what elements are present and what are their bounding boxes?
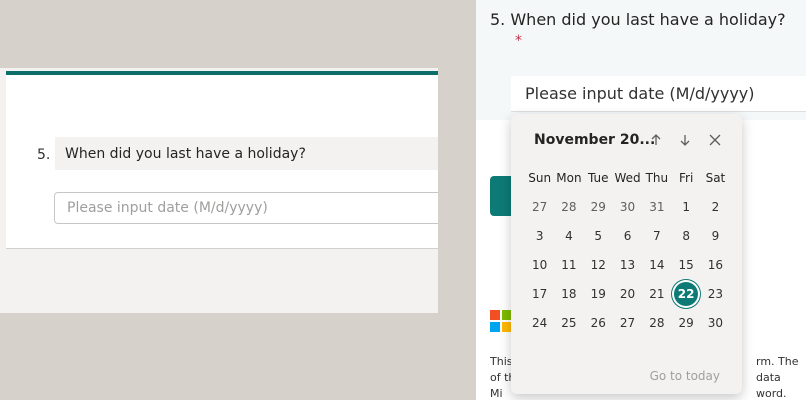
calendar-day[interactable]: 25	[554, 309, 583, 338]
calendar-day-number: 11	[561, 258, 577, 272]
calendar-day[interactable]: 23	[701, 280, 730, 309]
calendar-day[interactable]: 24	[525, 309, 554, 338]
calendar-day[interactable]: 8	[671, 222, 700, 251]
calendar-day-selected[interactable]: 22	[671, 280, 700, 309]
arrow-up-icon[interactable]	[644, 128, 668, 152]
calendar-day[interactable]: 12	[584, 251, 613, 280]
calendar-month-label[interactable]: November 20...	[534, 132, 655, 148]
calendar-day-number: 31	[649, 200, 665, 214]
required-marker: *	[515, 33, 522, 49]
calendar-day-number: 26	[590, 316, 606, 330]
form-editor-card: 5. When did you last have a holiday? Ple…	[0, 68, 438, 313]
calendar-day[interactable]: 10	[525, 251, 554, 280]
calendar-day-number: 24	[532, 316, 548, 330]
calendar-day[interactable]: 6	[613, 222, 642, 251]
calendar-day[interactable]: 28	[554, 193, 583, 222]
calendar-day[interactable]: 20	[613, 280, 642, 309]
calendar-day[interactable]: 2	[701, 193, 730, 222]
calendar-day-number: 16	[707, 258, 724, 272]
calendar-day-number: 13	[619, 258, 636, 272]
go-to-today-link[interactable]: Go to today	[650, 369, 720, 383]
calendar-day-number: 21	[649, 287, 665, 301]
calendar-day-number: 29	[678, 316, 694, 330]
calendar-day-number: 4	[565, 229, 573, 243]
calendar-day[interactable]: 29	[584, 193, 613, 222]
calendar-day-number: 1	[682, 200, 690, 214]
calendar-day-number: 22	[677, 287, 695, 301]
legal-text-right: rm. The data word.	[756, 355, 799, 400]
calendar-day[interactable]: 5	[584, 222, 613, 251]
date-input-preview[interactable]: Please input date (M/d/yyyy)	[54, 192, 438, 224]
question-number: 5.	[37, 147, 51, 163]
calendar-day[interactable]: 27	[613, 309, 642, 338]
date-picker-popup: November 20... Sun Mon Tue Wed Thu Fri Sat 27 28…	[511, 114, 742, 394]
calendar-day-number: 20	[619, 287, 636, 301]
calendar-day-number: 23	[707, 287, 724, 301]
weekday-header: Sat	[705, 171, 726, 185]
calendar-day[interactable]: 29	[671, 309, 700, 338]
calendar-day-number: 25	[561, 316, 577, 330]
close-icon[interactable]	[703, 128, 727, 152]
calendar-day-number: 30	[619, 200, 636, 214]
calendar-day[interactable]: 7	[642, 222, 671, 251]
calendar-day[interactable]: 21	[642, 280, 671, 309]
calendar-day[interactable]: 26	[584, 309, 613, 338]
calendar-day[interactable]: 18	[554, 280, 583, 309]
calendar-day[interactable]: 4	[554, 222, 583, 251]
microsoft-logo-icon	[490, 310, 512, 332]
calendar-day-number: 30	[707, 316, 724, 330]
calendar-day-number: 28	[649, 316, 665, 330]
calendar-day[interactable]: 3	[525, 222, 554, 251]
calendar-day-number: 7	[653, 229, 661, 243]
calendar-day[interactable]: 28	[642, 309, 671, 338]
calendar-day-number: 28	[561, 200, 577, 214]
weekday-header: Tue	[587, 171, 609, 185]
calendar-day[interactable]: 30	[701, 309, 730, 338]
calendar-day-number: 17	[532, 287, 548, 301]
calendar-day-number: 15	[678, 258, 694, 272]
calendar-day[interactable]: 30	[613, 193, 642, 222]
date-input[interactable]: Please input date (M/d/yyyy)	[511, 76, 806, 112]
calendar-day[interactable]: 11	[554, 251, 583, 280]
calendar-day-number: 27	[532, 200, 548, 214]
calendar-day[interactable]: 31	[642, 193, 671, 222]
calendar-day-number: 5	[594, 229, 603, 243]
calendar-header: November 20...	[511, 114, 742, 164]
calendar-day[interactable]: 15	[671, 251, 700, 280]
calendar-day[interactable]: 19	[584, 280, 613, 309]
calendar-day[interactable]: 13	[613, 251, 642, 280]
calendar-day-number: 14	[649, 258, 665, 272]
weekday-header: Sun	[528, 171, 552, 185]
calendar-day-number: 2	[711, 200, 720, 214]
calendar-day-number: 27	[619, 316, 636, 330]
weekday-header: Fri	[678, 171, 694, 185]
calendar-day[interactable]: 1	[671, 193, 700, 222]
card-footer	[6, 249, 438, 313]
calendar-day-number: 8	[682, 229, 690, 243]
calendar-day[interactable]: 9	[701, 222, 730, 251]
calendar-day[interactable]: 14	[642, 251, 671, 280]
calendar-day-number: 10	[532, 258, 548, 272]
arrow-down-icon[interactable]	[673, 128, 697, 152]
calendar-grid: Sun Mon Tue Wed Thu Fri Sat 27 28 29 30 31 1 2 3 4 5 6 7 8 9…	[525, 164, 730, 338]
calendar-day-number: 29	[590, 200, 606, 214]
weekday-header: Mon	[556, 171, 582, 185]
weekday-header: Thu	[645, 171, 669, 185]
calendar-day-number: 3	[535, 229, 544, 243]
calendar-day-number: 12	[590, 258, 606, 272]
calendar-day-number: 18	[561, 287, 577, 301]
weekday-header: Wed	[614, 171, 641, 185]
calendar-day-number: 19	[590, 287, 606, 301]
question-heading: 5. When did you last have a holiday?	[490, 10, 786, 29]
question-title[interactable]: When did you last have a holiday?	[65, 146, 306, 162]
calendar-day[interactable]: 17	[525, 280, 554, 309]
calendar-day[interactable]: 16	[701, 251, 730, 280]
calendar-day-number: 9	[711, 229, 720, 243]
calendar-day-number: 6	[623, 229, 632, 243]
calendar-day[interactable]: 27	[525, 193, 554, 222]
